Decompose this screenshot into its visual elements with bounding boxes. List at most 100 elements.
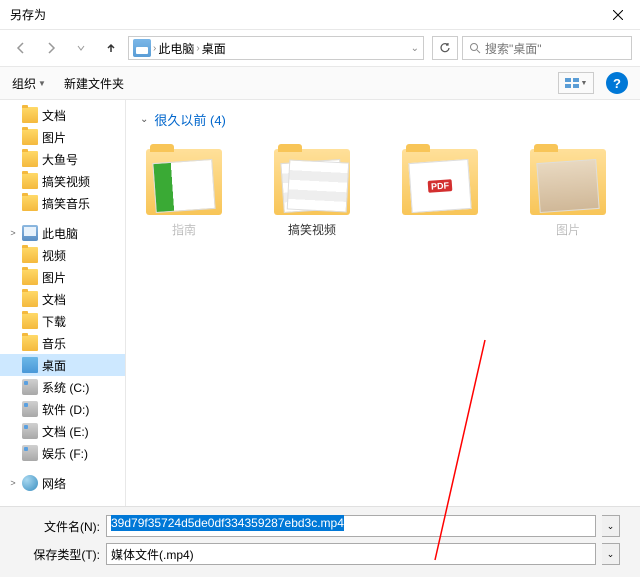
folder-icon [22,291,38,307]
folder-icon [22,313,38,329]
chevron-down-icon[interactable]: ⌄ [411,43,419,54]
recent-dropdown[interactable] [68,35,94,61]
filename-input[interactable]: 39d79f35724d5de0df334359287ebd3c.mp4 [106,515,596,537]
sidebar-item-软件 (D:)[interactable]: 软件 (D:) [0,398,125,420]
bottom-panel: 文件名(N): 39d79f35724d5de0df334359287ebd3c… [0,506,640,577]
sidebar-item-label: 娱乐 (F:) [42,445,88,462]
chevron-down-icon: ▼ [38,79,46,88]
chevron-down-icon: ▼ [581,80,588,87]
drive-icon [22,379,38,395]
sidebar-item-此电脑[interactable]: > 此电脑 [0,222,125,244]
sidebar-item-搞笑音乐[interactable]: 搞笑音乐 [0,192,125,214]
sidebar[interactable]: 文档图片大鱼号搞笑视频搞笑音乐>此电脑视频图片文档下载音乐桌面系统 (C:)软件… [0,100,126,506]
folder-item[interactable]: 搞笑视频 [268,149,356,237]
sidebar-item-娱乐 (F:)[interactable]: 娱乐 (F:) [0,442,125,464]
folder-icon [274,149,350,215]
window-title: 另存为 [10,6,595,23]
folder-icon [22,107,38,123]
filename-dropdown[interactable]: ⌄ [602,515,620,537]
drive-icon [22,423,38,439]
group-label: 很久以前 (4) [154,110,226,129]
help-button[interactable]: ? [606,72,628,94]
title-bar: 另存为 [0,0,640,30]
forward-button[interactable] [38,35,64,61]
sidebar-item-label: 此电脑 [42,225,78,242]
sidebar-item-label: 图片 [42,269,66,286]
folder-label: 指南 [140,221,228,237]
folder-item[interactable] [396,149,484,237]
sidebar-item-label: 文档 (E:) [42,423,89,440]
filename-label: 文件名(N): [20,518,100,535]
sidebar-item-大鱼号[interactable]: 大鱼号 [0,148,125,170]
sidebar-item-文档[interactable]: 文档 [0,104,125,126]
sidebar-item-label: 文档 [42,107,66,124]
folder-item[interactable]: 图片 [524,149,612,237]
chevron-right-icon: › [153,43,156,54]
type-label: 保存类型(T): [20,546,100,563]
sidebar-item-label: 软件 (D:) [42,401,89,418]
refresh-button[interactable] [432,36,458,60]
folder-icon [530,149,606,215]
toolbar: 组织 ▼ 新建文件夹 ▼ ? [0,66,640,100]
pc-icon [133,39,151,57]
folder-label: 搞笑视频 [268,221,356,237]
sidebar-item-下载[interactable]: 下载 [0,310,125,332]
sidebar-item-label: 搞笑音乐 [42,195,90,212]
sidebar-item-label: 网络 [42,475,66,492]
breadcrumb[interactable]: › 此电脑 › 桌面 ⌄ [128,36,424,60]
sidebar-item-label: 大鱼号 [42,151,78,168]
view-options-button[interactable]: ▼ [558,72,594,94]
sidebar-item-文档 (E:)[interactable]: 文档 (E:) [0,420,125,442]
drive-icon [22,445,38,461]
organize-button[interactable]: 组织 ▼ [12,75,46,92]
folder-icon [22,173,38,189]
folder-icon [22,247,38,263]
sidebar-item-文档[interactable]: 文档 [0,288,125,310]
sidebar-item-桌面[interactable]: 桌面 [0,354,125,376]
net-icon [22,475,38,491]
folder-label [396,221,484,237]
chevron-right-icon: › [196,43,199,54]
search-placeholder: 搜索"桌面" [485,40,542,57]
expand-icon[interactable]: > [8,228,18,238]
sidebar-item-label: 文档 [42,291,66,308]
folder-icon [146,149,222,215]
pc-icon [22,225,38,241]
sidebar-item-图片[interactable]: 图片 [0,126,125,148]
folder-icon [22,195,38,211]
expand-icon[interactable]: > [8,478,18,488]
folder-icon [22,151,38,167]
sidebar-item-音乐[interactable]: 音乐 [0,332,125,354]
sidebar-item-label: 图片 [42,129,66,146]
main-area: 文档图片大鱼号搞笑视频搞笑音乐>此电脑视频图片文档下载音乐桌面系统 (C:)软件… [0,100,640,506]
folder-label: 图片 [524,221,612,237]
sidebar-item-label: 下载 [42,313,66,330]
sidebar-item-label: 搞笑视频 [42,173,90,190]
folder-icon [22,269,38,285]
sidebar-item-网络[interactable]: > 网络 [0,472,125,494]
breadcrumb-root[interactable]: 此电脑 [158,40,194,57]
nav-bar: › 此电脑 › 桌面 ⌄ 搜索"桌面" [0,30,640,66]
close-button[interactable] [595,0,640,30]
group-header[interactable]: ⌄ 很久以前 (4) [140,110,626,129]
up-button[interactable] [98,35,124,61]
folder-item[interactable]: 指南 [140,149,228,237]
drive-icon [22,401,38,417]
sidebar-item-label: 视频 [42,247,66,264]
sidebar-item-图片[interactable]: 图片 [0,266,125,288]
folder-icon [402,149,478,215]
breadcrumb-current[interactable]: 桌面 [202,40,226,57]
content-pane[interactable]: ⌄ 很久以前 (4) 指南 搞笑视频 图片 [126,100,640,506]
search-input[interactable]: 搜索"桌面" [462,36,632,60]
folder-icon [22,335,38,351]
sidebar-item-视频[interactable]: 视频 [0,244,125,266]
new-folder-button[interactable]: 新建文件夹 [64,75,124,92]
search-icon [469,42,481,54]
sidebar-item-label: 系统 (C:) [42,379,89,396]
chevron-down-icon: ⌄ [140,114,148,125]
back-button[interactable] [8,35,34,61]
sidebar-item-系统 (C:)[interactable]: 系统 (C:) [0,376,125,398]
desktop-icon [22,357,38,373]
sidebar-item-搞笑视频[interactable]: 搞笑视频 [0,170,125,192]
folder-icon [22,129,38,145]
